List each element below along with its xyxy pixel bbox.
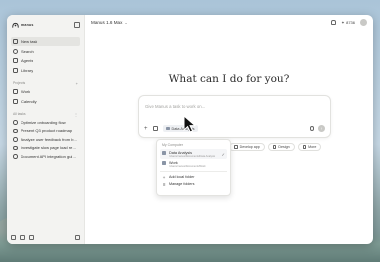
suggestion-design[interactable]: Design (267, 143, 295, 151)
bell-icon[interactable] (331, 19, 337, 25)
folder-option-data-analysis[interactable]: Data Analysis /Users/manus/Documents/Dat… (160, 149, 227, 159)
task-label: Analyze user feedback from beta test (20, 136, 79, 142)
task-label: Document API integration guidelin... (20, 153, 79, 159)
suggestion-label: More (308, 145, 317, 149)
folder-path: /Users/manus/Documents/Work (169, 164, 206, 168)
filter-tasks-icon[interactable]: ⋮ (74, 112, 78, 117)
page-title: What can I do for you? (168, 73, 290, 85)
model-selector[interactable]: Manus 1.6 Max (91, 20, 122, 25)
top-bar: Manus 1.6 Max ⌄ ✦ 8736 (85, 15, 373, 29)
suggestion-develop-app[interactable]: Develop app (229, 143, 265, 151)
folder-option-text: Data Analysis /Users/manus/Documents/Dat… (169, 151, 215, 158)
suggestion-more[interactable]: More (297, 143, 322, 151)
folder-icon (162, 151, 166, 155)
suggestion-label: Develop app (239, 145, 260, 149)
task-item[interactable]: Document API integration guidelin... (11, 152, 80, 161)
folder-dropdown-menu: My Computer Data Analysis /Users/manus/D… (156, 139, 231, 196)
add-local-folder-item[interactable]: + Add local folder (160, 174, 227, 181)
sidebar: manus New task Search Agents Library Pro… (7, 15, 85, 244)
agents-icon (13, 58, 18, 63)
sidebar-item-library[interactable]: Library (11, 66, 80, 75)
library-icon (13, 67, 18, 73)
sparkle-icon: ✦ (341, 19, 345, 25)
task-item[interactable]: Optimize onboarding flow (11, 118, 80, 127)
panel-icon[interactable] (75, 235, 80, 240)
task-icon (13, 137, 18, 142)
edit-icon (13, 39, 18, 44)
task-label: Present Q3 product roadmap (20, 128, 73, 134)
microphone-icon[interactable] (310, 126, 314, 131)
top-bar-right: ✦ 8736 (331, 18, 367, 26)
sidebar-item-label: Search (21, 48, 34, 54)
folder-icon (165, 126, 170, 131)
dropdown-heading: My Computer (162, 143, 184, 147)
credits-value: 8736 (346, 19, 355, 25)
app-icon (234, 145, 238, 149)
dropdown-divider (160, 171, 227, 172)
brand-name: manus (21, 23, 34, 27)
plus-icon: + (162, 174, 166, 180)
folder-path: /Users/manus/Documents/Data Analysis (169, 154, 216, 158)
sidebar-item-agents[interactable]: Agents (11, 56, 80, 65)
sidebar-item-search[interactable]: Search (11, 47, 80, 56)
task-composer: + Data Analysis ↑ (138, 95, 331, 138)
settings-icon[interactable] (11, 235, 16, 240)
sidebar-item-label: Agents (21, 58, 34, 63)
folder-icon (162, 161, 166, 165)
chevron-down-icon[interactable]: ⌄ (124, 20, 127, 25)
search-icon (13, 48, 18, 54)
task-icon (13, 154, 18, 159)
sidebar-item-new-task[interactable]: New task (11, 37, 80, 46)
check-icon: ✓ (221, 152, 225, 157)
composer-toolbar: + Data Analysis ↑ (144, 124, 325, 133)
manage-folders-item[interactable]: ≡ Manage folders (160, 181, 227, 188)
project-label: Calendly (21, 98, 37, 104)
sidebar-item-label: Library (21, 67, 34, 73)
task-icon (13, 128, 18, 133)
project-item-work[interactable]: Work (11, 87, 80, 96)
sidebar-header: manus (11, 19, 80, 31)
manus-logo-icon (11, 21, 19, 29)
task-input[interactable] (145, 102, 324, 110)
suggestion-pills: Develop app Design More (229, 143, 322, 151)
tasks-section-header: All tasks ⋮ (11, 106, 80, 118)
projects-section-header: Projects + (11, 75, 80, 87)
suggestion-label: Design (278, 145, 290, 149)
phone-icon[interactable] (29, 235, 34, 240)
task-icon (13, 145, 18, 150)
sidebar-item-label: New task (21, 39, 38, 44)
task-item[interactable]: Analyze user feedback from beta test (11, 135, 80, 144)
task-label: Investigate slow page load reports (20, 145, 79, 151)
task-label: Optimize onboarding flow (20, 119, 66, 125)
add-project-icon[interactable]: + (76, 81, 78, 86)
tasks-heading: All tasks (13, 112, 26, 116)
folder-option-work[interactable]: Work /Users/manus/Documents/Work (160, 159, 227, 169)
list-icon: ≡ (162, 181, 166, 187)
folder-icon (13, 89, 18, 94)
folder-icon (13, 98, 18, 104)
connector-icon[interactable] (152, 126, 158, 131)
action-label: Add local folder (169, 175, 195, 180)
sidebar-toggle-icon[interactable] (74, 22, 80, 28)
projects-heading: Projects (13, 81, 26, 85)
project-item-calendly[interactable]: Calendly (11, 97, 80, 106)
grid-icon[interactable] (20, 235, 25, 240)
avatar[interactable] (360, 18, 367, 26)
add-attachment-icon[interactable]: + (144, 126, 148, 132)
sidebar-footer (11, 235, 80, 240)
credits-badge[interactable]: ✦ 8736 (341, 20, 355, 25)
task-item[interactable]: Present Q3 product roadmap (11, 127, 80, 136)
folder-option-text: Work /Users/manus/Documents/Work (169, 161, 206, 168)
task-item[interactable]: Investigate slow page load reports (11, 144, 80, 153)
composer-actions: ↑ (310, 125, 325, 132)
action-label: Manage folders (169, 182, 195, 187)
task-icon (13, 120, 18, 125)
main-area: Manus 1.6 Max ⌄ ✦ 8736 What can I do for… (85, 15, 373, 244)
design-icon (272, 145, 277, 149)
project-label: Work (21, 89, 31, 94)
more-icon (302, 145, 307, 149)
send-button[interactable]: ↑ (318, 125, 325, 132)
mouse-cursor-icon (183, 115, 197, 133)
